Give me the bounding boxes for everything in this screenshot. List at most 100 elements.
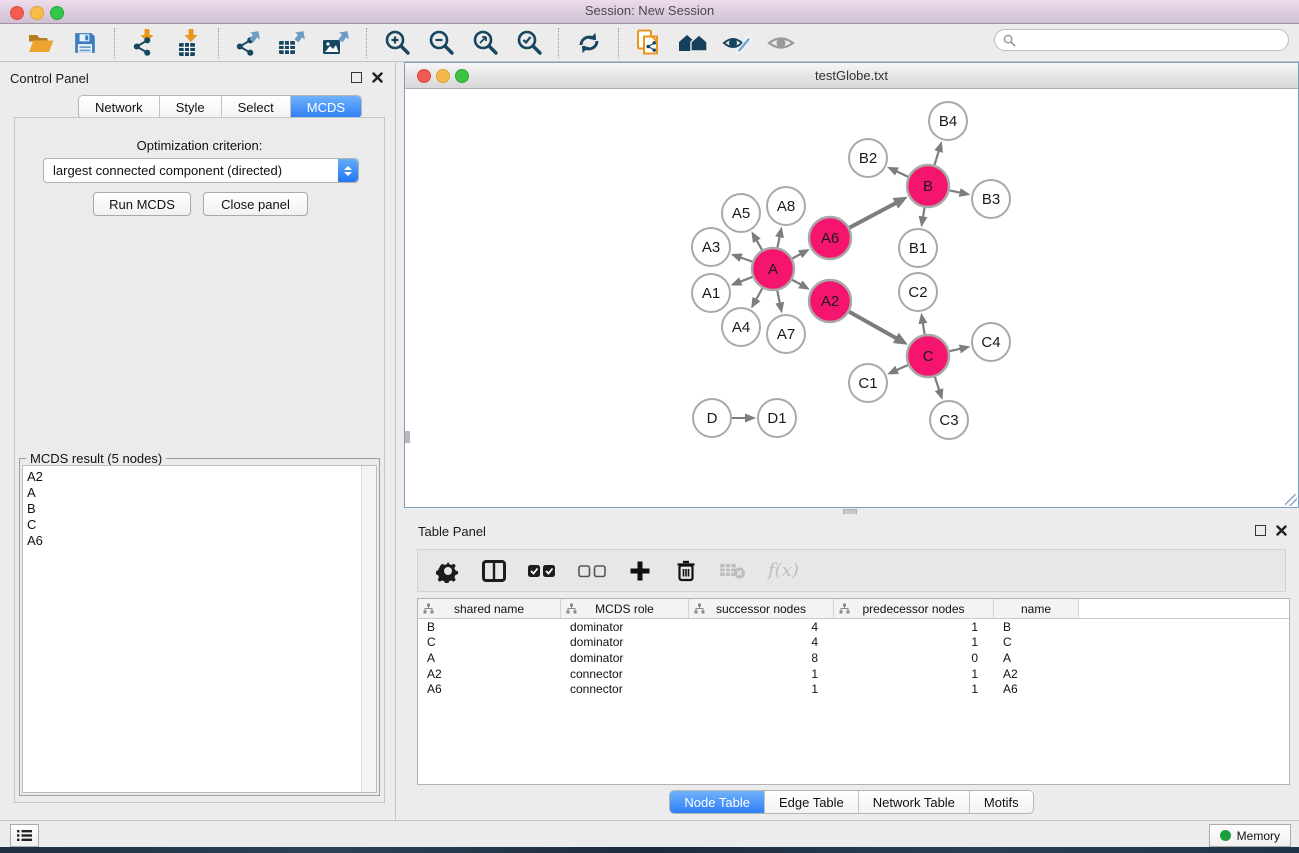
float-table-panel-icon[interactable] [1255,525,1266,536]
eye-icon[interactable] [766,29,796,57]
edge-A-A1[interactable] [740,277,753,282]
cell-predecessor-nodes[interactable]: 0 [834,651,994,665]
node-D[interactable]: D [693,399,731,437]
trash-icon[interactable] [674,558,698,584]
node-B[interactable]: B [907,165,949,207]
edge-A-A7[interactable] [777,291,780,304]
node-B1[interactable]: B1 [899,229,937,267]
cell-MCDS-role[interactable]: connector [561,682,689,696]
cell-name[interactable]: A6 [994,682,1079,696]
node-C1[interactable]: C1 [849,364,887,402]
node-B4[interactable]: B4 [929,102,967,140]
node-A8[interactable]: A8 [767,187,805,225]
search-input[interactable] [1016,32,1288,48]
tab-network-table[interactable]: Network Table [859,791,970,813]
import-table-icon[interactable] [174,29,204,57]
mcds-result-item[interactable]: C [27,517,376,533]
node-A7[interactable]: A7 [767,315,805,353]
column-header-predecessor-nodes[interactable]: predecessor nodes [834,599,994,618]
edge-B-B4[interactable] [934,151,938,165]
node-table[interactable]: shared nameMCDS rolesuccessor nodesprede… [417,598,1290,785]
edge-A-A5[interactable] [756,240,762,250]
edge-A-A2[interactable] [792,280,801,285]
edge-A-A8[interactable] [777,236,779,247]
column-header-successor-nodes[interactable]: successor nodes [689,599,834,618]
cell-shared-name[interactable]: C [418,635,561,649]
table-row[interactable]: Bdominator41B [418,619,1289,635]
cell-shared-name[interactable]: A2 [418,667,561,681]
split-view-icon[interactable] [482,558,506,584]
zoom-out-icon[interactable] [426,29,456,57]
edge-B-B2[interactable] [896,171,908,177]
node-A5[interactable]: A5 [722,194,760,232]
edge-B-B3[interactable] [950,190,961,192]
documents-share-icon[interactable] [634,29,664,57]
network-window-titlebar[interactable]: testGlobe.txt [405,63,1298,89]
export-image-icon[interactable] [322,29,352,57]
tab-select[interactable]: Select [222,96,291,118]
cell-shared-name[interactable]: A6 [418,682,561,696]
mcds-result-item[interactable]: B [27,501,376,517]
node-A[interactable]: A [752,248,794,290]
mcds-result-list[interactable]: A2ABCA6 [22,465,377,793]
cell-shared-name[interactable]: A [418,651,561,665]
tab-mcds[interactable]: MCDS [291,96,361,118]
node-A4[interactable]: A4 [722,308,760,346]
export-network-icon[interactable] [234,29,264,57]
zoom-in-icon[interactable] [382,29,412,57]
edge-A-A3[interactable] [740,257,752,261]
cell-predecessor-nodes[interactable]: 1 [834,682,994,696]
node-C[interactable]: C [907,335,949,377]
edge-B-B1[interactable] [923,208,925,218]
close-panel-button[interactable]: Close panel [203,192,308,216]
open-folder-icon[interactable] [26,29,56,57]
scrollbar[interactable] [361,466,376,792]
cell-name[interactable]: B [994,620,1079,634]
column-header-MCDS-role[interactable]: MCDS role [561,599,689,618]
gear-icon[interactable] [436,558,460,584]
mcds-result-item[interactable]: A [27,485,376,501]
memory-button[interactable]: Memory [1209,824,1291,847]
tab-edge-table[interactable]: Edge Table [765,791,859,813]
node-D1[interactable]: D1 [758,399,796,437]
close-table-panel-icon[interactable] [1276,525,1287,536]
deselect-all-icon[interactable] [578,558,606,584]
node-B3[interactable]: B3 [972,180,1010,218]
cell-successor-nodes[interactable]: 1 [689,682,834,696]
cell-name[interactable]: C [994,635,1079,649]
node-C3[interactable]: C3 [930,401,968,439]
cell-successor-nodes[interactable]: 1 [689,667,834,681]
cell-MCDS-role[interactable]: dominator [561,620,689,634]
table-row[interactable]: A2connector11A2 [418,666,1289,682]
cell-name[interactable]: A [994,651,1079,665]
edge-A-A4[interactable] [756,288,762,300]
zoom-selected-icon[interactable] [514,29,544,57]
cell-predecessor-nodes[interactable]: 1 [834,635,994,649]
cell-MCDS-role[interactable]: dominator [561,635,689,649]
tab-node-table[interactable]: Node Table [670,791,765,813]
edge-A6-B[interactable] [849,203,896,228]
cell-MCDS-role[interactable]: dominator [561,651,689,665]
export-table-icon[interactable] [278,29,308,57]
refresh-icon[interactable] [574,29,604,57]
run-mcds-button[interactable]: Run MCDS [93,192,191,216]
cell-successor-nodes[interactable]: 4 [689,635,834,649]
node-B2[interactable]: B2 [849,139,887,177]
edge-A2-C[interactable] [849,312,896,339]
network-canvas[interactable]: B4B2BB3A8A5A6B1A3AA1C2A2A4A7C4CC1C3DD1 [405,89,1298,507]
column-header-shared-name[interactable]: shared name [418,599,561,618]
cell-name[interactable]: A2 [994,667,1079,681]
table-row[interactable]: Adominator80A [418,650,1289,666]
float-panel-icon[interactable] [351,72,362,83]
tab-style[interactable]: Style [160,96,222,118]
network-graph[interactable]: B4B2BB3A8A5A6B1A3AA1C2A2A4A7C4CC1C3DD1 [405,89,1298,508]
edge-C-C3[interactable] [935,377,939,391]
edge-C-C2[interactable] [923,323,925,335]
select-all-icon[interactable] [528,558,556,584]
node-C2[interactable]: C2 [899,273,937,311]
node-A2[interactable]: A2 [809,280,851,322]
resize-grip-icon[interactable] [1285,494,1297,506]
mcds-result-item[interactable]: A2 [27,469,376,485]
cell-predecessor-nodes[interactable]: 1 [834,667,994,681]
mcds-result-item[interactable]: A6 [27,533,376,549]
